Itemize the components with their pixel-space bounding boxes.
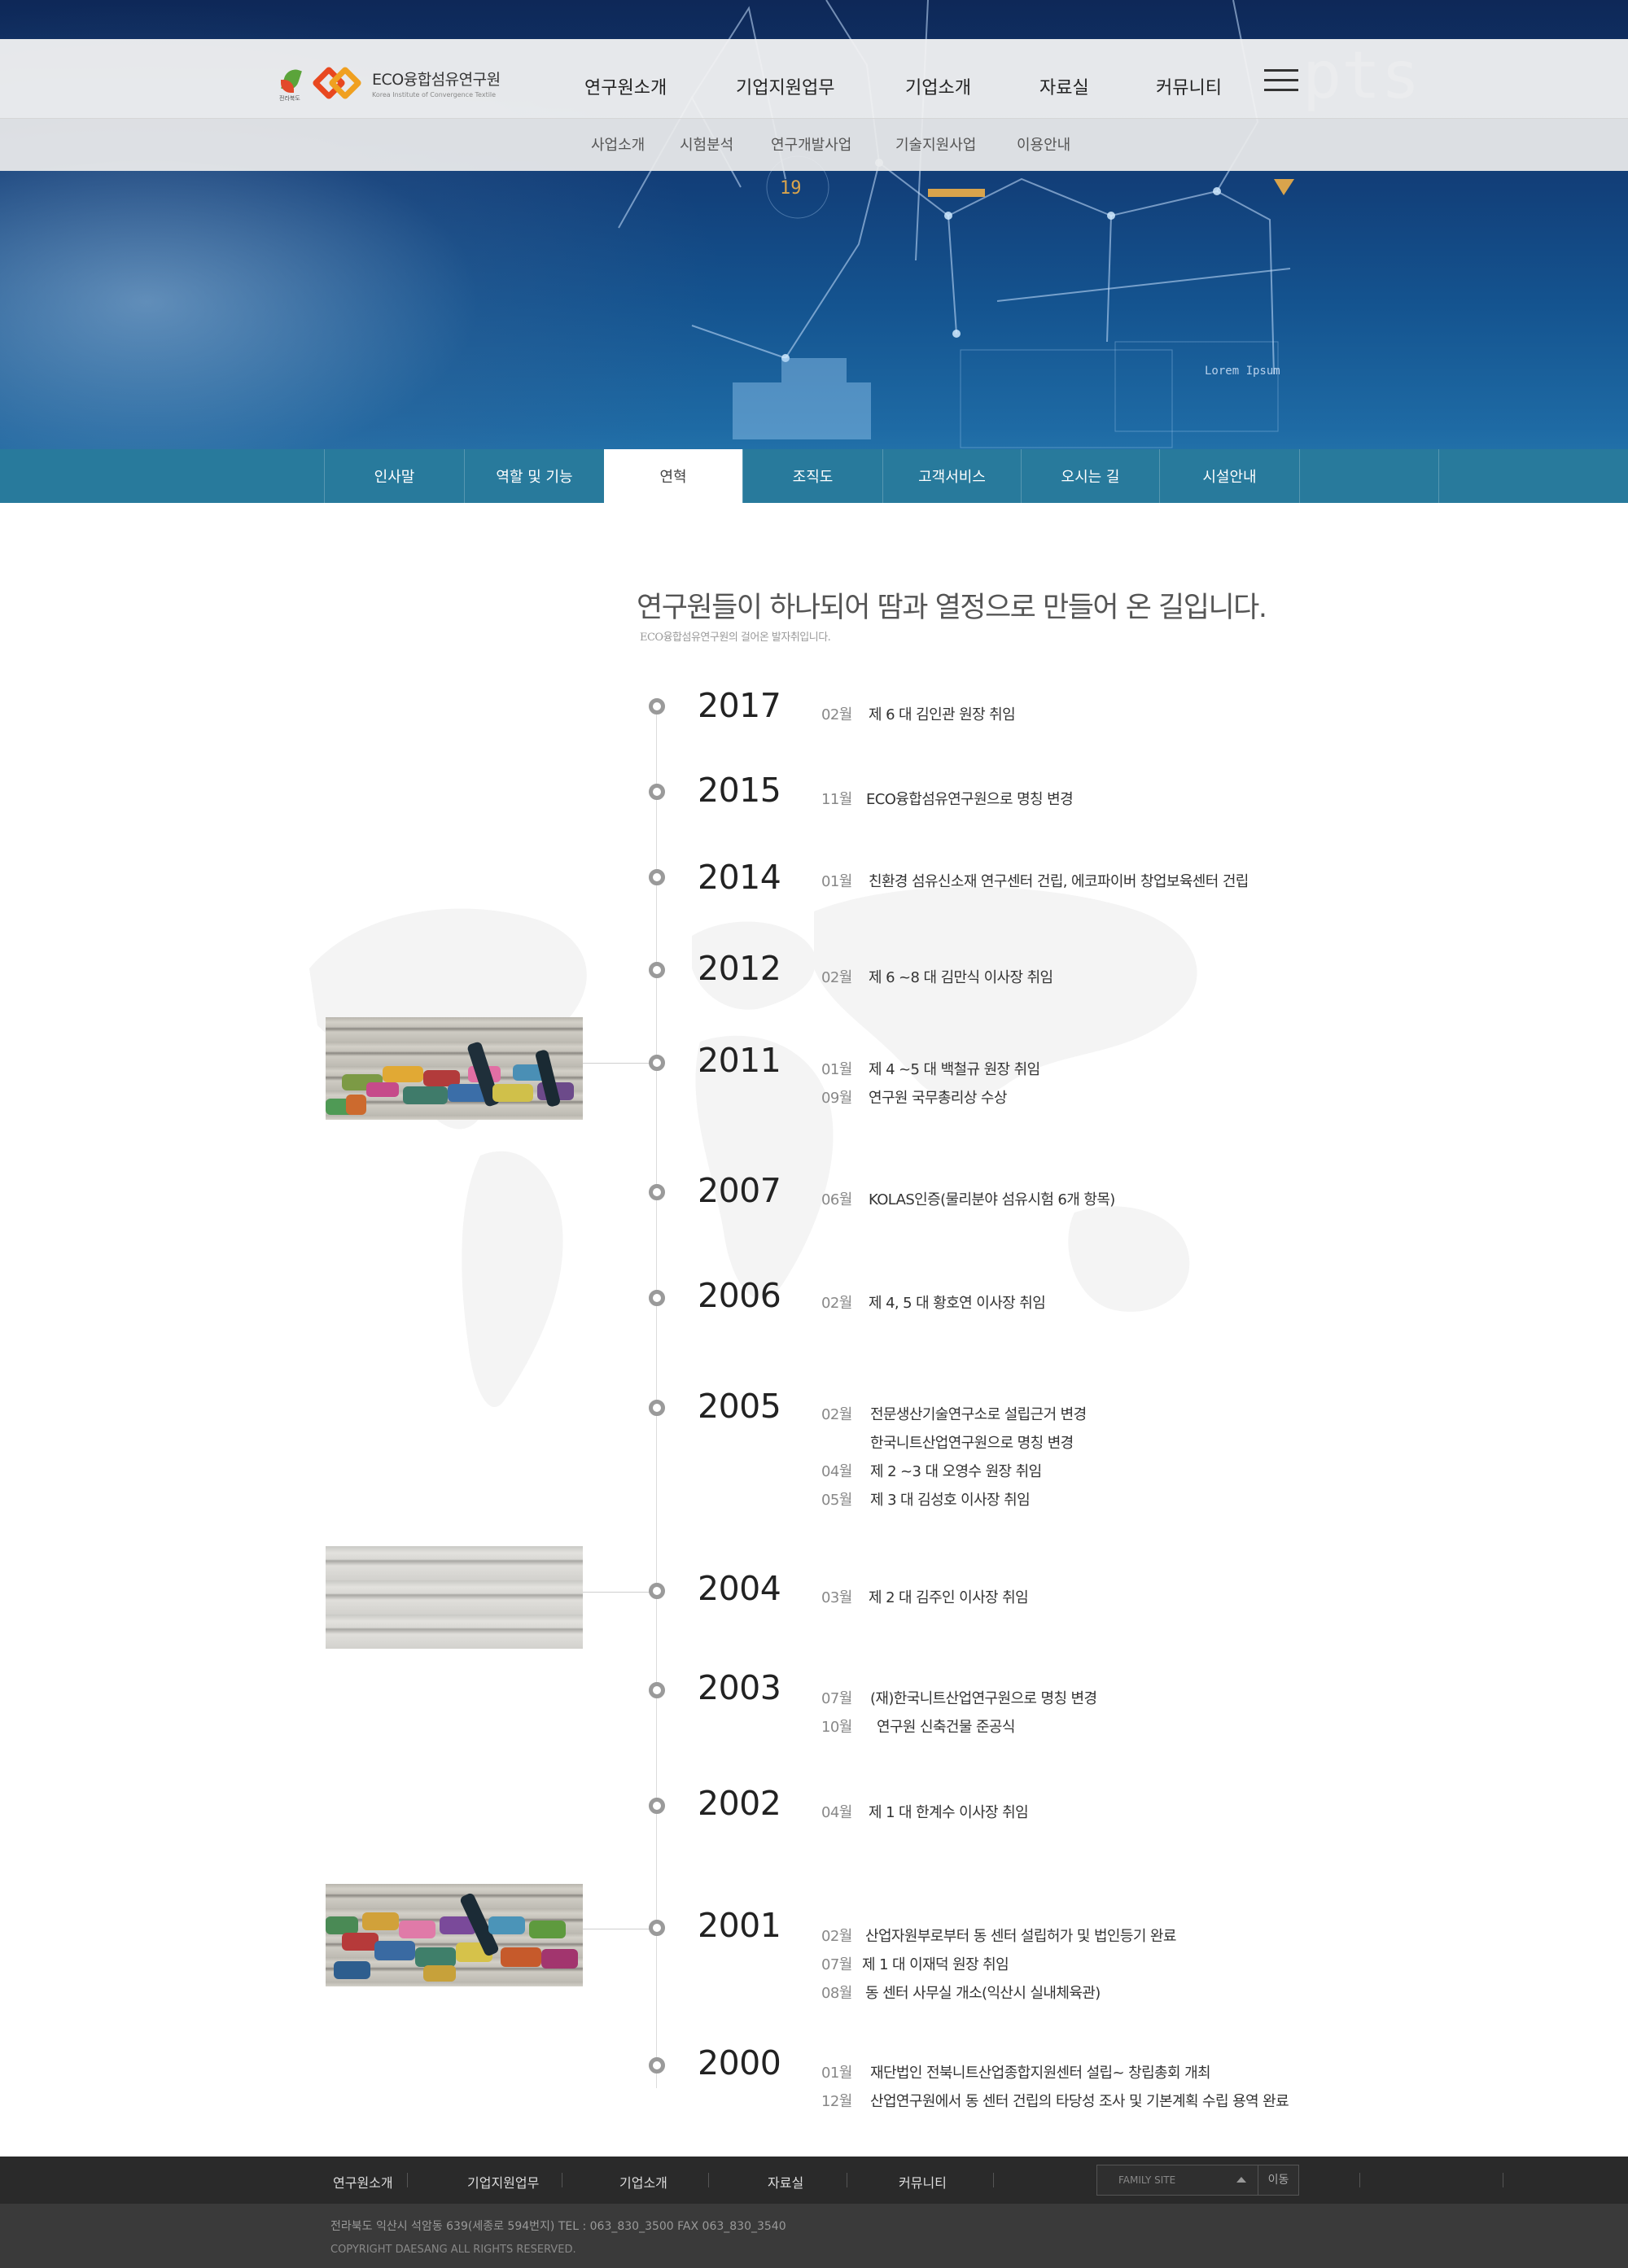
timeline-dot (649, 1055, 665, 1071)
timeline-dot (649, 1682, 665, 1698)
history-event: 한국니트산업연구원으로 명칭 변경 (870, 1435, 1074, 1452)
footer-copyright: COPYRIGHT DAESANG ALL RIGHTS RESERVED. (330, 2244, 576, 2256)
family-site-select[interactable]: FAMILY SITE (1096, 2165, 1258, 2196)
footer-nav: 연구원소개 기업지원업무 기업소개 자료실 커뮤니티 (0, 2157, 1628, 2204)
history-year: 2001 (698, 1906, 781, 1945)
history-year: 2000 (698, 2043, 781, 2082)
family-site-label: FAMILY SITE (1118, 2174, 1176, 2186)
tab-directions[interactable]: 오시는 길 (1021, 449, 1159, 503)
history-year: 2011 (698, 1041, 781, 1080)
history-year: 2007 (698, 1171, 781, 1210)
gnb-item-community[interactable]: 커뮤니티 (1156, 73, 1222, 99)
timeline-dot (649, 698, 665, 714)
history-year: 2005 (698, 1387, 781, 1426)
tab-role[interactable]: 역할 및 기능 (464, 449, 604, 503)
lnb-item-business[interactable]: 사업소개 (591, 133, 645, 155)
page-subline: ECO융합섬유연구원의 걸어온 발자취입니다. (640, 631, 831, 644)
thumbnail-thread-spools-1 (326, 1017, 583, 1120)
caret-up-icon (1236, 2177, 1246, 2183)
history-event: 02월 전문생산기술연구소로 설립근거 변경 (821, 1406, 1087, 1423)
hero-overlay-number: 19 (780, 178, 802, 199)
history-year: 2004 (698, 1569, 781, 1608)
timeline-dot (649, 1583, 665, 1599)
lnb-item-rnd[interactable]: 연구개발사업 (771, 133, 851, 155)
history-event: 02월 제 4, 5 대 황호연 이사장 취임 (821, 1295, 1046, 1312)
history-year: 2014 (698, 858, 781, 897)
history-year: 2012 (698, 949, 781, 988)
history-event: 09월 연구원 국무총리상 수상 (821, 1090, 1007, 1107)
thumbnail-connector (583, 1592, 650, 1593)
history-event: 01월 제 4 ~5 대 백철규 원장 취임 (821, 1061, 1040, 1078)
footer-nav-community[interactable]: 커뮤니티 (899, 2172, 947, 2192)
gnb-item-companies[interactable]: 기업소개 (905, 73, 971, 99)
history-event: 07월 (재)한국니트산업연구원으로 명칭 변경 (821, 1690, 1097, 1707)
gnb-item-resources[interactable]: 자료실 (1039, 73, 1089, 99)
family-site-go-button[interactable]: 이동 (1258, 2165, 1299, 2196)
timeline-dot (649, 1184, 665, 1200)
lnb-item-guide[interactable]: 이용안내 (1017, 133, 1070, 155)
hero-banner: 19 pts Lorem Ipsum 전라북도 ECO융합섬유연구원 Korea… (0, 0, 1628, 503)
history-event: 08월 동 센터 사무실 개소(익산시 실내체육관) (821, 1985, 1101, 2002)
sub-tab-bar: 인사말 역할 및 기능 연혁 조직도 고객서비스 오시는 길 시설안내 (0, 449, 1628, 503)
history-year: 2002 (698, 1784, 781, 1823)
tab-greeting[interactable]: 인사말 (324, 449, 464, 503)
history-event: 07월 제 1 대 이재덕 원장 취임 (821, 1956, 1009, 1973)
history-event: 02월 산업자원부로부터 동 센터 설립허가 및 법인등기 완료 (821, 1928, 1176, 1945)
history-event: 02월 제 6 대 김인관 원장 취임 (821, 706, 1016, 723)
timeline-dot (649, 2057, 665, 2074)
history-year: 2003 (698, 1668, 781, 1707)
gnb-item-about[interactable]: 연구원소개 (584, 73, 667, 99)
timeline-dot (649, 1798, 665, 1814)
footer-nav-companies[interactable]: 기업소개 (619, 2172, 667, 2192)
history-event: 06월 KOLAS인증(물리분야 섬유시험 6개 항목) (821, 1191, 1115, 1208)
thumbnail-connector (583, 1063, 650, 1064)
history-event: 11월 ECO융합섬유연구원으로 명칭 변경 (821, 791, 1074, 808)
tab-history[interactable]: 연혁 (604, 449, 742, 503)
history-event: 03월 제 2 대 김주인 이사장 취임 (821, 1589, 1029, 1606)
global-nav: 연구원소개 기업지원업무 기업소개 자료실 커뮤니티 (0, 73, 1628, 98)
footer-info (0, 2204, 1628, 2268)
thumbnail-thread-spools-2 (326, 1884, 583, 1986)
history-event: 04월 제 2 ~3 대 오영수 원장 취임 (821, 1463, 1042, 1480)
history-event: 04월 제 1 대 한계수 이사장 취임 (821, 1804, 1029, 1821)
tab-empty-slot (1299, 449, 1439, 503)
timeline-dot (649, 784, 665, 800)
lnb-item-testing[interactable]: 시험분석 (680, 133, 733, 155)
thumbnail-wood-board (326, 1546, 583, 1649)
menu-icon[interactable] (1264, 69, 1298, 94)
world-map-background (309, 887, 1197, 1408)
page-headline: 연구원들이 하나되어 땀과 열정으로 만들어 온 길입니다. (637, 592, 1267, 624)
footer-nav-about[interactable]: 연구원소개 (333, 2172, 393, 2192)
history-year: 2006 (698, 1276, 781, 1315)
hero-overlay-label: Lorem Ipsum (1205, 365, 1280, 378)
history-year: 2017 (698, 686, 781, 725)
history-year: 2015 (698, 771, 781, 810)
footer-nav-resources[interactable]: 자료실 (768, 2172, 803, 2192)
timeline-dot (649, 962, 665, 978)
history-event: 01월 재단법인 전북니트산업종합지원센터 설립~ 창립총회 개최 (821, 2065, 1211, 2082)
history-event: 02월 제 6 ~8 대 김만식 이사장 취임 (821, 969, 1053, 986)
footer-address: 전라북도 익산시 석암동 639(세종로 594번지) TEL : 063_83… (330, 2220, 786, 2233)
timeline-line (656, 705, 657, 2088)
history-event: 01월 친환경 섬유신소재 연구센터 건립, 에코파이버 창업보육센터 건립 (821, 873, 1249, 890)
footer-nav-support[interactable]: 기업지원업무 (467, 2172, 539, 2192)
history-event: 10월 연구원 신축건물 준공식 (821, 1719, 1015, 1736)
history-event: 12월 산업연구원에서 동 센터 건립의 타당성 조사 및 기본계획 수립 용역 … (821, 2093, 1289, 2110)
history-event: 05월 제 3 대 김성호 이사장 취임 (821, 1492, 1031, 1509)
timeline-dot (649, 1290, 665, 1306)
timeline-dot (649, 1400, 665, 1416)
lnb-item-tech-support[interactable]: 기술지원사업 (895, 133, 976, 155)
gnb-item-support[interactable]: 기업지원업무 (736, 73, 834, 99)
tab-facilities[interactable]: 시설안내 (1159, 449, 1299, 503)
tab-organization[interactable]: 조직도 (742, 449, 882, 503)
tab-customer-service[interactable]: 고객서비스 (882, 449, 1021, 503)
timeline-dot (649, 1920, 665, 1936)
timeline-dot (649, 869, 665, 885)
